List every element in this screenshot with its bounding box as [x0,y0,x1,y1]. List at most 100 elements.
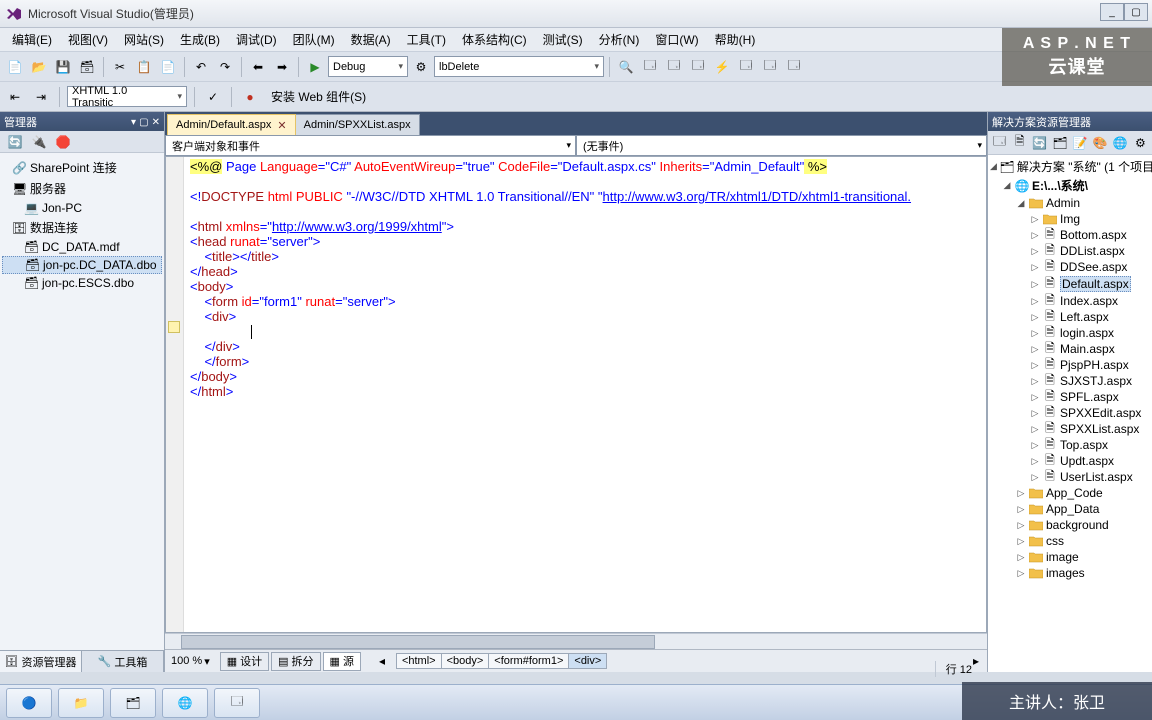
minimize-button[interactable]: _ [1100,3,1124,21]
outdent-icon[interactable]: ⇤ [4,86,26,108]
refresh-icon[interactable]: 🔄 [4,131,26,153]
tb-icon-6[interactable]: 🗔 [759,56,781,78]
tb-icon-7[interactable]: 🗔 [783,56,805,78]
folder-img[interactable]: ▷Img [988,211,1152,227]
task-app[interactable]: 🗔 [214,688,260,718]
copy-icon[interactable]: 📋 [133,56,155,78]
folder-appdata[interactable]: ▷App_Data [988,501,1152,517]
file-ddsee[interactable]: ▷🗎DDSee.aspx [988,259,1152,275]
file-left[interactable]: ▷🗎Left.aspx [988,309,1152,325]
sol-root[interactable]: ◢🗂解决方案 "系统" (1 个项目 [988,157,1152,176]
objects-dropdown[interactable]: 客户端对象和事件 [165,135,576,156]
editor-h-scrollbar[interactable] [165,633,987,649]
menu-help[interactable]: 帮助(H) [707,28,764,51]
file-bottom[interactable]: ▷🗎Bottom.aspx [988,227,1152,243]
folder-admin[interactable]: ◢Admin [988,195,1152,211]
crumb-div[interactable]: <div> [568,653,607,669]
zoom-level[interactable]: 100 % [171,655,202,667]
file-ddlist[interactable]: ▷🗎DDList.aspx [988,243,1152,259]
tree-dcdata-dbo[interactable]: 🗃jon-pc.DC_DATA.dbo [2,256,162,274]
tb-icon-4[interactable]: ⚡ [711,56,733,78]
crumb-form[interactable]: <form#form1> [488,653,569,669]
menu-debug[interactable]: 调试(D) [228,28,285,51]
menu-edit[interactable]: 编辑(E) [4,28,60,51]
validate-icon[interactable]: ✓ [202,86,224,108]
view-design-button[interactable]: ▦ 设计 [220,652,269,671]
file-spxxlist[interactable]: ▷🗎SPXXList.aspx [988,421,1152,437]
undo-icon[interactable]: ↶ [190,56,212,78]
file-updt[interactable]: ▷🗎Updt.aspx [988,453,1152,469]
file-default[interactable]: ▷🗎Default.aspx [988,275,1152,293]
doctype-dropdown[interactable]: XHTML 1.0 Transitic [67,86,187,107]
find-icon[interactable]: 🔍 [615,56,637,78]
task-start[interactable]: 🔵 [6,688,52,718]
tree-dataconn[interactable]: 🗄数据连接 [2,217,162,238]
tree-sharepoint[interactable]: 🔗SharePoint 连接 [2,157,162,178]
close-icon[interactable]: ✕ [152,117,160,128]
menu-analyze[interactable]: 分析(N) [591,28,648,51]
zoom-dropdown-icon[interactable]: ▾ [204,655,210,668]
maximize-button[interactable]: ▢ [1124,3,1148,21]
indent-icon[interactable]: ⇥ [30,86,52,108]
task-folder[interactable]: 🗂 [110,688,156,718]
crumb-body[interactable]: <body> [441,653,490,669]
file-spxxedit[interactable]: ▷🗎SPXXEdit.aspx [988,405,1152,421]
cut-icon[interactable]: ✂ [109,56,131,78]
refresh-sol-icon[interactable]: 🔄 [1030,132,1049,154]
folder-appcode[interactable]: ▷App_Code [988,485,1152,501]
save-icon[interactable]: 💾 [52,56,74,78]
new-project-icon[interactable]: 📄 [4,56,26,78]
dropdown-icon[interactable]: ▾ [131,117,136,128]
paste-icon[interactable]: 📄 [157,56,179,78]
tb-icon-1[interactable]: 🗔 [639,56,661,78]
file-main[interactable]: ▷🗎Main.aspx [988,341,1152,357]
menu-team[interactable]: 团队(M) [285,28,343,51]
target-dropdown[interactable]: lbDelete [434,56,604,77]
tb-icon-5[interactable]: 🗔 [735,56,757,78]
file-sjxstj[interactable]: ▷🗎SJXSTJ.aspx [988,373,1152,389]
menu-test[interactable]: 测试(S) [535,28,591,51]
file-userlist[interactable]: ▷🗎UserList.aspx [988,469,1152,485]
menu-window[interactable]: 窗口(W) [647,28,706,51]
folder-images[interactable]: ▷images [988,565,1152,581]
install-webcomp-button[interactable]: 安装 Web 组件(S) [265,86,372,107]
config-icon[interactable]: ⚙ [1131,132,1150,154]
folder-image[interactable]: ▷image [988,549,1152,565]
task-browser[interactable]: 🌐 [162,688,208,718]
crumb-html[interactable]: <html> [396,653,442,669]
tree-servers[interactable]: 🖥服务器 [2,178,162,199]
config-mid-icon[interactable]: ⚙ [410,56,432,78]
view-source-button[interactable]: ▦ 源 [323,652,361,671]
sol-project[interactable]: ◢🌐E:\...\系统\ [988,176,1152,195]
events-dropdown[interactable]: (无事件) [576,135,987,156]
menu-website[interactable]: 网站(S) [116,28,172,51]
save-all-icon[interactable]: 🗃 [76,56,98,78]
nav-fwd-icon[interactable]: ➡ [271,56,293,78]
tab-server-explorer[interactable]: 🗄 资源管理器 [0,651,82,672]
tab-default-aspx[interactable]: Admin/Default.aspx✕ [167,114,296,135]
tree-escs-dbo[interactable]: 🗃jon-pc.ESCS.dbo [2,274,162,292]
pin-icon[interactable]: ▢ [139,117,148,128]
start-debug-icon[interactable]: ▶ [304,56,326,78]
view-code-icon[interactable]: 📝 [1071,132,1090,154]
file-login[interactable]: ▷🗎login.aspx [988,325,1152,341]
redo-icon[interactable]: ↷ [214,56,236,78]
view-split-button[interactable]: ▤ 拆分 [271,652,320,671]
open-icon[interactable]: 📂 [28,56,50,78]
show-all-icon[interactable]: 🗎 [1010,132,1029,154]
properties-icon[interactable]: 🗔 [990,132,1009,154]
file-spfl[interactable]: ▷🗎SPFL.aspx [988,389,1152,405]
task-explorer[interactable]: 📁 [58,688,104,718]
stop-icon[interactable]: ● [239,86,261,108]
menu-tools[interactable]: 工具(T) [399,28,454,51]
tb-icon-2[interactable]: 🗔 [663,56,685,78]
tab-spxxlist-aspx[interactable]: Admin/SPXXList.aspx [295,114,420,135]
menu-arch[interactable]: 体系结构(C) [454,28,535,51]
view-des-icon[interactable]: 🎨 [1091,132,1110,154]
menu-build[interactable]: 生成(B) [172,28,228,51]
stop-conn-icon[interactable]: 🛑 [52,131,74,153]
menu-view[interactable]: 视图(V) [60,28,116,51]
tab-toolbox[interactable]: 🔧 工具箱 [82,651,164,672]
code-editor[interactable]: <%@ Page Language="C#" AutoEventWireup="… [165,156,987,633]
tree-dcdata[interactable]: 🗃DC_DATA.mdf [2,238,162,256]
